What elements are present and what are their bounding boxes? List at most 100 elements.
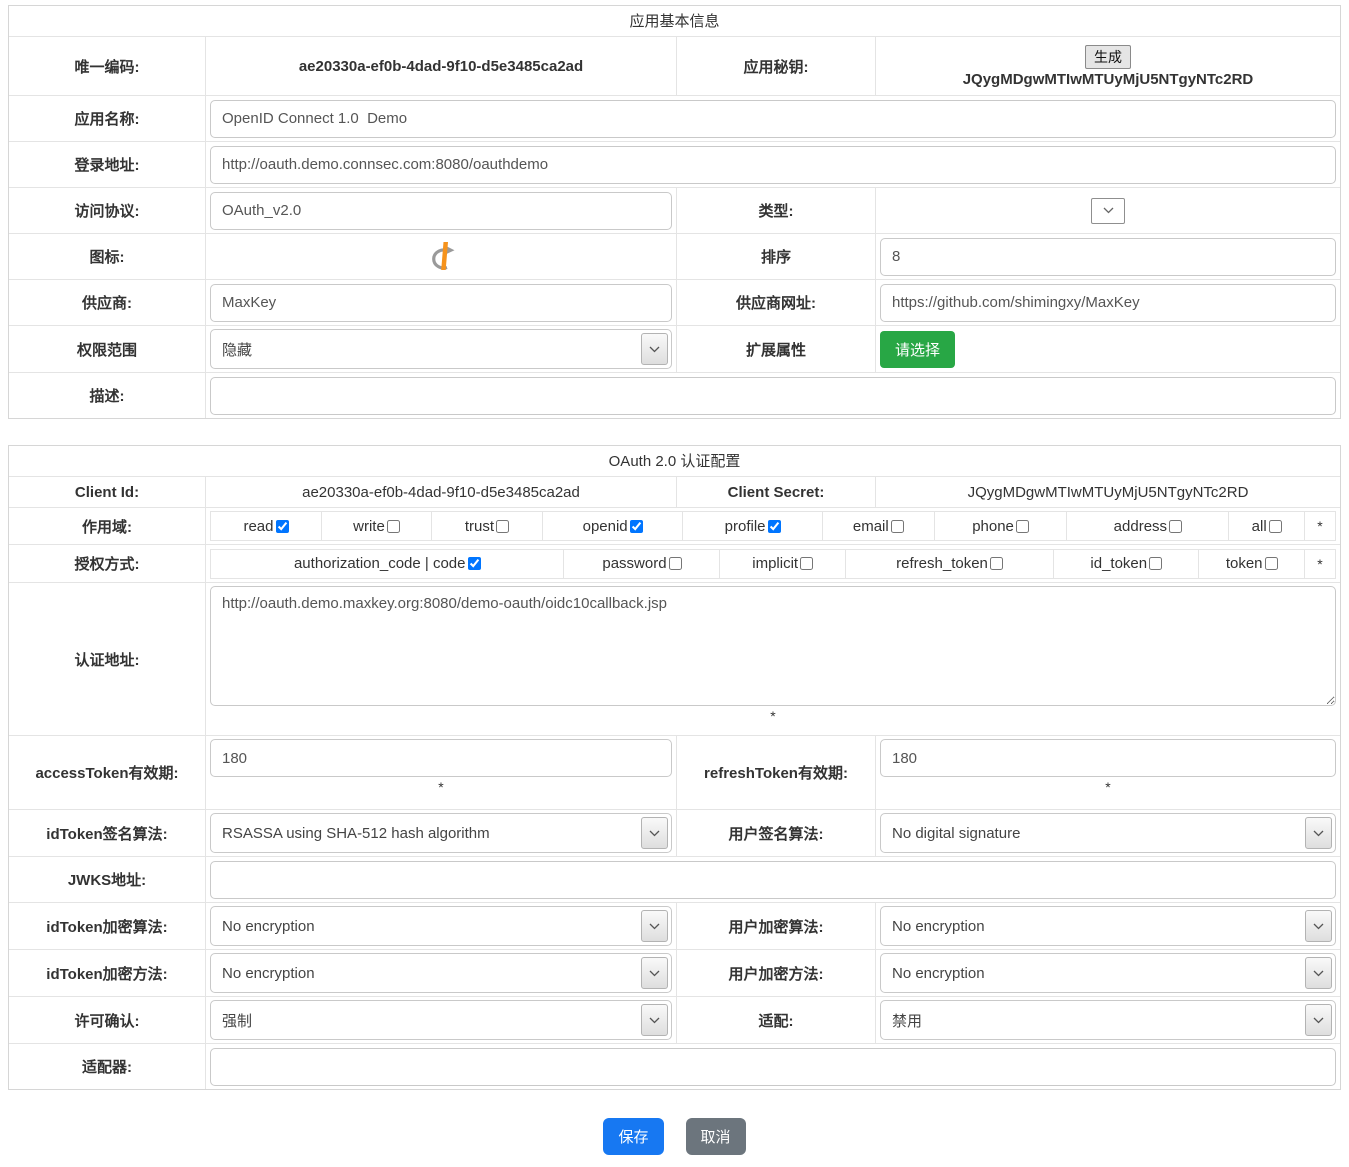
user-enc-alg-select[interactable]: No encryption — [880, 906, 1336, 946]
grant-option-label: password — [602, 555, 666, 572]
row-login-url: 登录地址: — [9, 141, 1340, 187]
app-secret-label: 应用秘钥: — [676, 37, 876, 95]
protocol-label: 访问协议: — [9, 188, 206, 233]
app-secret-value: JQygMDgwMTIwMTUyMjU5NTgyNTc2RD — [963, 71, 1254, 88]
grant-cell-implicit: implicit — [720, 550, 845, 578]
type-select[interactable] — [1091, 198, 1125, 224]
generate-button[interactable]: 生成 — [1085, 45, 1131, 69]
refresh-token-input[interactable] — [880, 739, 1336, 777]
grant-checkbox-authorization-code[interactable] — [468, 557, 481, 570]
jwks-input[interactable] — [210, 861, 1336, 899]
app-config-page: 应用基本信息 唯一编码: ae20330a-ef0b-4dad-9f10-d5e… — [0, 0, 1349, 1167]
scope-cell-trust: trust — [432, 512, 543, 540]
approval-value: 强制 — [222, 1010, 252, 1031]
scope-label: 作用域: — [9, 508, 206, 544]
row-protocol-type: 访问协议: 类型: — [9, 187, 1340, 233]
scope-checkbox-write[interactable] — [387, 520, 400, 533]
user-sign-select[interactable]: No digital signature — [880, 813, 1336, 853]
protocol-input[interactable] — [210, 192, 672, 230]
id-token-sign-label: idToken签名算法: — [9, 810, 206, 856]
user-enc-method-select[interactable]: No encryption — [880, 953, 1336, 993]
row-unique-code: 唯一编码: ae20330a-ef0b-4dad-9f10-d5e3485ca2… — [9, 36, 1340, 95]
grant-checkbox-token[interactable] — [1265, 557, 1278, 570]
description-input[interactable] — [210, 377, 1336, 415]
scope-option-label: email — [853, 518, 889, 535]
refresh-token-required-mark: * — [880, 777, 1336, 794]
row-visibility-extattr: 权限范围 隐藏 扩展属性 请选择 — [9, 325, 1340, 372]
sort-label: 排序 — [676, 234, 876, 279]
approval-label: 许可确认: — [9, 997, 206, 1043]
scope-cell-read: read — [211, 512, 322, 540]
app-name-input[interactable] — [210, 100, 1336, 138]
basic-info-panel: 应用基本信息 唯一编码: ae20330a-ef0b-4dad-9f10-d5e… — [8, 5, 1341, 419]
jwks-label: JWKS地址: — [9, 857, 206, 902]
scope-cell-address: address — [1067, 512, 1229, 540]
user-sign-value: No digital signature — [892, 825, 1020, 842]
type-label: 类型: — [676, 188, 876, 233]
scope-checkbox-openid[interactable] — [630, 520, 643, 533]
id-token-enc-alg-select[interactable]: No encryption — [210, 906, 672, 946]
select-ext-attr-button[interactable]: 请选择 — [880, 331, 955, 368]
visibility-select[interactable]: 隐藏 — [210, 329, 672, 369]
scope-checkbox-email[interactable] — [891, 520, 904, 533]
scope-checkbox-address[interactable] — [1169, 520, 1182, 533]
row-scope: 作用域: read write trust openid profile ema… — [9, 507, 1340, 544]
approval-select[interactable]: 强制 — [210, 1000, 672, 1040]
vendor-url-input[interactable] — [880, 284, 1336, 322]
grant-options: authorization_code | code password impli… — [210, 549, 1336, 579]
row-vendor: 供应商: 供应商网址: — [9, 279, 1340, 325]
user-sign-label: 用户签名算法: — [676, 810, 876, 856]
grant-checkbox-refresh-token[interactable] — [990, 557, 1003, 570]
scope-checkbox-trust[interactable] — [496, 520, 509, 533]
scope-option-label: read — [243, 518, 273, 535]
scope-checkbox-read[interactable] — [276, 520, 289, 533]
scope-cell-openid: openid — [543, 512, 683, 540]
adapter-input[interactable] — [210, 1048, 1336, 1086]
chevron-down-icon — [641, 1004, 668, 1036]
scope-checkbox-profile[interactable] — [768, 520, 781, 533]
client-id-label: Client Id: — [9, 477, 206, 507]
save-button[interactable]: 保存 — [603, 1118, 663, 1155]
client-id-value: ae20330a-ef0b-4dad-9f10-d5e3485ca2ad — [210, 484, 672, 501]
visibility-select-value: 隐藏 — [222, 339, 252, 360]
vendor-input[interactable] — [210, 284, 672, 322]
chevron-down-icon — [641, 910, 668, 942]
client-secret-value: JQygMDgwMTIwMTUyMjU5NTgyNTc2RD — [880, 484, 1336, 501]
grant-checkbox-password[interactable] — [669, 557, 682, 570]
adapt-select[interactable]: 禁用 — [880, 1000, 1336, 1040]
login-url-label: 登录地址: — [9, 142, 206, 187]
id-token-enc-method-value: No encryption — [222, 965, 315, 982]
scope-checkbox-phone[interactable] — [1016, 520, 1029, 533]
login-url-input[interactable] — [210, 146, 1336, 184]
grant-option-label: implicit — [752, 555, 798, 572]
grant-option-label: id_token — [1090, 555, 1147, 572]
grant-checkbox-implicit[interactable] — [800, 557, 813, 570]
scope-cell-write: write — [322, 512, 432, 540]
row-enc-method: idToken加密方法: No encryption 用户加密方法: No en… — [9, 949, 1340, 996]
scope-checkbox-all[interactable] — [1269, 520, 1282, 533]
id-token-sign-select[interactable]: RSASSA using SHA-512 hash algorithm — [210, 813, 672, 853]
vendor-label: 供应商: — [9, 280, 206, 325]
row-icon-sort: 图标: 排序 — [9, 233, 1340, 279]
sort-input[interactable] — [880, 238, 1336, 276]
grant-checkbox-id-token[interactable] — [1149, 557, 1162, 570]
row-enc-algorithm: idToken加密算法: No encryption 用户加密算法: No en… — [9, 902, 1340, 949]
id-token-enc-method-select[interactable]: No encryption — [210, 953, 672, 993]
vendor-url-label: 供应商网址: — [676, 280, 876, 325]
refresh-token-label: refreshToken有效期: — [676, 736, 876, 809]
redirect-uri-required-mark: * — [210, 706, 1336, 723]
scope-cell-profile: profile — [683, 512, 822, 540]
id-token-enc-alg-value: No encryption — [222, 918, 315, 935]
row-token-validity: accessToken有效期: * refreshToken有效期: * — [9, 735, 1340, 809]
access-token-input[interactable] — [210, 739, 672, 777]
redirect-uri-textarea[interactable]: http://oauth.demo.maxkey.org:8080/demo-o… — [210, 586, 1336, 706]
grant-label: 授权方式: — [9, 545, 206, 582]
unique-code-value: ae20330a-ef0b-4dad-9f10-d5e3485ca2ad — [210, 58, 672, 75]
grant-required-mark: * — [1305, 550, 1335, 578]
id-token-sign-value: RSASSA using SHA-512 hash algorithm — [222, 825, 490, 842]
row-grant: 授权方式: authorization_code | code password… — [9, 544, 1340, 582]
chevron-down-icon — [641, 333, 668, 365]
cancel-button[interactable]: 取消 — [686, 1118, 746, 1155]
scope-option-label: trust — [465, 518, 494, 535]
grant-cell-authorization-code: authorization_code | code — [211, 550, 564, 578]
